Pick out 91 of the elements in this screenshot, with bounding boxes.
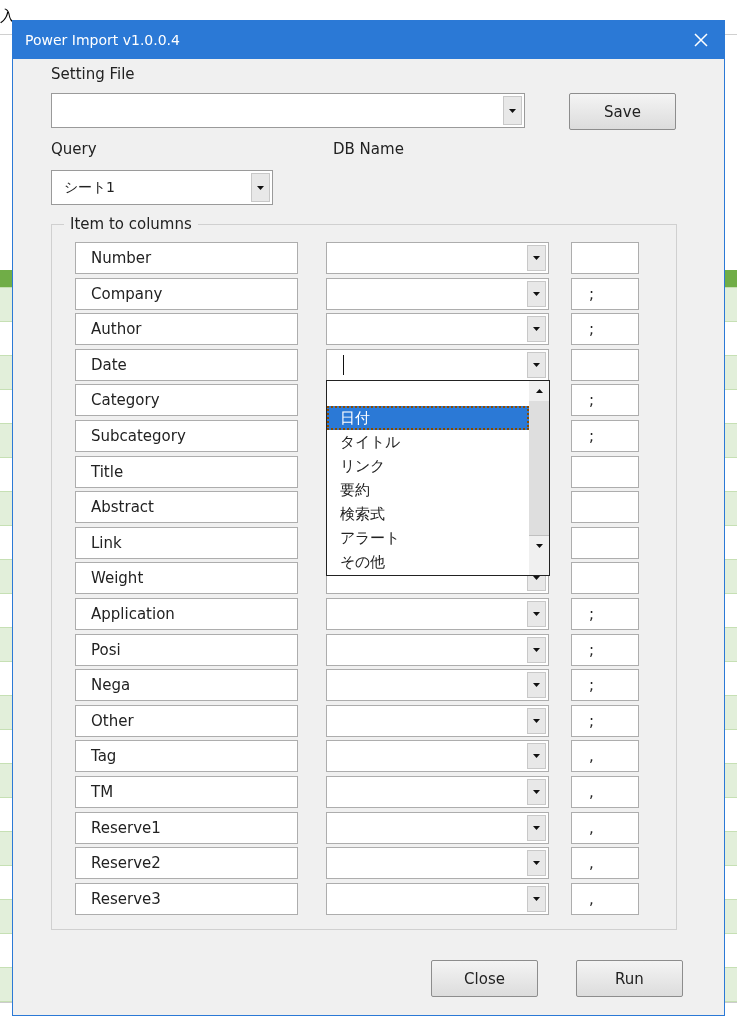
item-field[interactable]: Other: [75, 704, 298, 737]
separator-field[interactable]: [571, 491, 639, 524]
separator-field[interactable]: ;: [571, 704, 639, 737]
run-button[interactable]: Run: [576, 960, 683, 997]
query-dropdown[interactable]: シート1: [51, 170, 273, 205]
down-arrow-icon: [533, 896, 540, 901]
separator-field[interactable]: [571, 455, 639, 488]
item-field[interactable]: Link: [75, 526, 298, 559]
dropdown-option[interactable]: タイトル: [327, 429, 529, 454]
down-arrow-icon: [533, 576, 540, 581]
item-field[interactable]: Author: [75, 313, 298, 346]
item-field[interactable]: Reserve2: [75, 847, 298, 880]
dropdown-option[interactable]: 検索式: [327, 501, 529, 526]
dropdown-button[interactable]: [527, 351, 546, 378]
dropdown-button[interactable]: [527, 600, 546, 627]
dropdown-option[interactable]: 要約: [327, 477, 529, 502]
separator-field[interactable]: ;: [571, 384, 639, 417]
item-field[interactable]: TM: [75, 775, 298, 808]
dropdown-button[interactable]: [527, 814, 546, 841]
item-field[interactable]: Tag: [75, 740, 298, 773]
dropdown-button[interactable]: [527, 743, 546, 770]
down-arrow-icon: [533, 327, 540, 332]
item-field[interactable]: Weight: [75, 562, 298, 595]
dropdown-button[interactable]: [503, 96, 522, 125]
down-arrow-icon: [257, 185, 264, 190]
dropdown-button[interactable]: [527, 316, 546, 343]
save-button[interactable]: Save: [569, 93, 676, 130]
separator-field[interactable]: ,: [571, 882, 639, 915]
up-arrow-icon: [535, 388, 543, 393]
down-arrow-icon: [509, 108, 516, 113]
down-arrow-icon: [533, 683, 540, 688]
item-field[interactable]: Title: [75, 455, 298, 488]
item-field[interactable]: Subcategory: [75, 419, 298, 452]
dropdown-button[interactable]: [527, 672, 546, 699]
separator-field[interactable]: ,: [571, 811, 639, 844]
item-field[interactable]: Company: [75, 277, 298, 310]
separator-field[interactable]: ;: [571, 597, 639, 630]
down-arrow-icon: [533, 647, 540, 652]
down-arrow-icon: [533, 754, 540, 759]
dropdown-option[interactable]: リンク: [327, 453, 529, 478]
down-arrow-icon: [533, 861, 540, 866]
item-field[interactable]: Reserve1: [75, 811, 298, 844]
dropdown-option[interactable]: その他: [327, 549, 529, 574]
close-icon: [694, 33, 708, 47]
scroll-thumb[interactable]: [529, 400, 549, 536]
dropdown-button[interactable]: [527, 778, 546, 805]
window-title: Power Import v1.0.0.4: [25, 32, 180, 48]
down-arrow-icon: [533, 789, 540, 794]
separator-field[interactable]: ,: [571, 775, 639, 808]
separator-field[interactable]: ;: [571, 669, 639, 702]
separator-field[interactable]: ,: [571, 740, 639, 773]
db-name-dropdown[interactable]: [326, 348, 549, 381]
separator-field[interactable]: [571, 242, 639, 274]
dropdown-button[interactable]: [527, 636, 546, 663]
separator-field[interactable]: [571, 562, 639, 595]
field-label: Setting File: [51, 65, 136, 83]
dropdown-button[interactable]: [527, 245, 546, 271]
dropdown-option[interactable]: アラート: [327, 525, 529, 550]
close-dialog-button[interactable]: Close: [431, 960, 538, 997]
down-arrow-icon: [533, 256, 540, 260]
down-arrow-icon: [533, 362, 540, 367]
separator-field[interactable]: ;: [571, 633, 639, 666]
column-label: DB Name: [333, 140, 404, 158]
dropdown-button[interactable]: [527, 885, 546, 912]
item-field[interactable]: Number: [75, 242, 298, 274]
separator-field[interactable]: ;: [571, 277, 639, 310]
down-arrow-icon: [533, 291, 540, 296]
separator-field[interactable]: ;: [571, 419, 639, 452]
item-field[interactable]: Date: [75, 348, 298, 381]
item-field[interactable]: Posi: [75, 633, 298, 666]
dropdown-button[interactable]: [527, 707, 546, 734]
item-field[interactable]: Category: [75, 384, 298, 417]
dropdown-button[interactable]: [527, 850, 546, 877]
down-arrow-icon: [533, 611, 540, 616]
dropdown-option[interactable]: 日付: [327, 405, 529, 430]
separator-field[interactable]: [571, 348, 639, 381]
separator-field[interactable]: [571, 526, 639, 559]
field-label: Query: [51, 140, 98, 158]
item-field[interactable]: Application: [75, 597, 298, 630]
scrollbar[interactable]: [529, 380, 549, 575]
down-arrow-icon: [533, 825, 540, 830]
down-arrow-icon: [535, 543, 543, 548]
item-field[interactable]: Reserve3: [75, 882, 298, 915]
item-field[interactable]: Abstract: [75, 491, 298, 524]
separator-field[interactable]: ;: [571, 313, 639, 346]
down-arrow-icon: [533, 718, 540, 723]
item-field[interactable]: Nega: [75, 669, 298, 702]
separator-field[interactable]: ,: [571, 847, 639, 880]
text-cursor: [343, 354, 344, 375]
dropdown-button[interactable]: [527, 280, 546, 307]
dropdown-button[interactable]: [251, 173, 270, 202]
